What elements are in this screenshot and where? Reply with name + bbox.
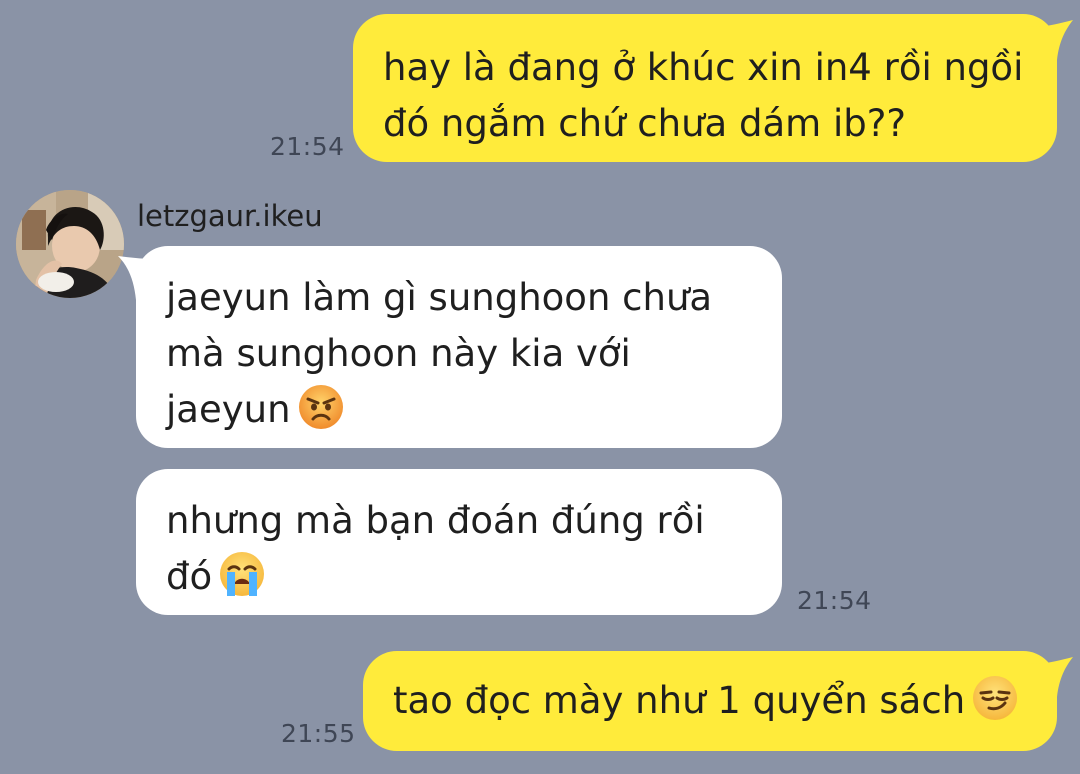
- message-timestamp: 21:54: [270, 132, 345, 161]
- incoming-message-bubble[interactable]: jaeyun làm gì sunghoon chưa mà sunghoon …: [118, 246, 782, 448]
- message-text-segment: tao đọc mày như 1 quyển sách: [393, 679, 966, 722]
- message-text-segment: jaeyun: [166, 388, 291, 431]
- message-text-segment: đó: [166, 555, 213, 598]
- message-text-line: đó ngắm chứ chưa dám ib??: [383, 102, 906, 145]
- bubble-tail: [1027, 20, 1073, 60]
- message-text-line: jaeyun: [166, 382, 752, 438]
- message-text-line: đó: [166, 549, 752, 605]
- chat-screen: hay là đang ở khúc xin in4 rồi ngồi đó n…: [0, 0, 1080, 774]
- loudly-crying-face-icon: [220, 552, 265, 596]
- message-text-line: mà sunghoon này kia với: [166, 332, 631, 375]
- profile-photo: [16, 190, 124, 298]
- message-text-line: jaeyun làm gì sunghoon chưa: [166, 276, 713, 319]
- message-timestamp: 21:55: [281, 719, 356, 748]
- outgoing-message-bubble[interactable]: hay là đang ở khúc xin in4 rồi ngồi đó n…: [353, 14, 1073, 162]
- bubble-tail: [118, 256, 166, 300]
- smirking-face-icon: [973, 676, 1018, 720]
- message-text-line: tao đọc mày như 1 quyển sách: [393, 673, 1027, 729]
- outgoing-message-bubble[interactable]: tao đọc mày như 1 quyển sách: [363, 651, 1073, 751]
- angry-face-icon: [298, 385, 343, 429]
- message-text-line: hay là đang ở khúc xin in4 rồi ngồi: [383, 46, 1024, 89]
- incoming-message-bubble[interactable]: nhưng mà bạn đoán đúng rồi đó: [136, 469, 782, 615]
- message-text-line: nhưng mà bạn đoán đúng rồi: [166, 499, 705, 542]
- message-timestamp: 21:54: [797, 586, 872, 615]
- avatar[interactable]: [16, 190, 124, 298]
- sender-name[interactable]: letzgaur.ikeu: [137, 198, 323, 234]
- bubble-tail: [1027, 657, 1073, 697]
